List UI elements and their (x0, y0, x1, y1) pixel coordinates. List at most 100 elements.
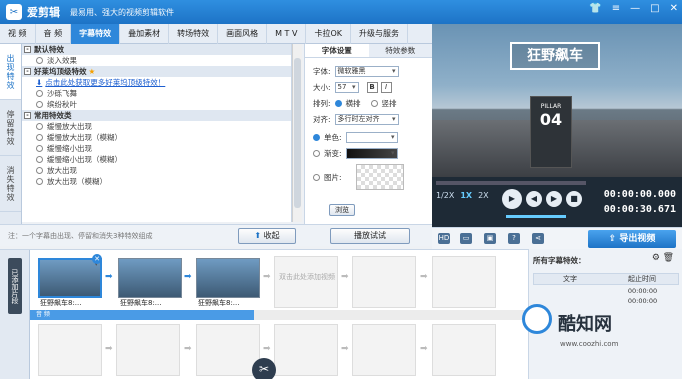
vtab-stay[interactable]: 停留特效 (0, 100, 21, 156)
volume-slider[interactable] (506, 215, 566, 218)
subtitle-row[interactable]: 00:00:00 (533, 297, 679, 306)
clip-name: 狂野飙车8:... (120, 299, 162, 307)
browse-button[interactable]: 浏览 (329, 204, 355, 216)
vertical-label: 竖排 (381, 99, 397, 108)
effect-item[interactable]: 缓慢放大出现 (22, 121, 291, 132)
tab-audio[interactable]: 音 频 (36, 24, 72, 44)
empty-slot[interactable] (196, 324, 260, 376)
watermark-text: 酷知网 (558, 314, 612, 335)
tab-subtitle-effects[interactable]: 字幕特效 (71, 24, 121, 44)
effects-footer: 注：一个字幕由出现、停留和消失3种特效组成 ⬆ 收起 播放试试 (0, 224, 432, 246)
stop-icon[interactable]: ■ (566, 191, 582, 207)
tab-video[interactable]: 视 频 (0, 24, 36, 44)
effect-item[interactable]: 缓慢缩小出现 (22, 143, 291, 154)
share-icon[interactable]: ⋖ (532, 233, 544, 244)
effect-item[interactable]: 放大出现 (22, 165, 291, 176)
progress-bar[interactable] (436, 181, 586, 185)
add-video-slot[interactable]: 双击此处添加视频 (274, 256, 338, 308)
tab-overlay[interactable]: 叠加素材 (120, 24, 170, 44)
vtab-disappear[interactable]: 消失特效 (0, 156, 21, 212)
horizontal-radio[interactable] (334, 100, 342, 107)
minimize-icon[interactable]: — (630, 3, 640, 14)
effect-item[interactable]: 缓慢放大出现（模糊） (22, 132, 291, 143)
play-icon[interactable]: ▶ (502, 189, 522, 209)
gradient-radio[interactable] (313, 150, 320, 157)
subtitle-row[interactable]: 00:00:00 (533, 287, 679, 296)
speed-1x[interactable]: 1X (460, 191, 472, 200)
remove-clip-icon[interactable]: ✕ (92, 254, 102, 264)
close-icon[interactable]: ✕ (670, 3, 678, 14)
solid-color-radio[interactable] (313, 134, 320, 141)
tab-font-settings[interactable]: 字体设置 (305, 44, 369, 57)
settings-panel: 字体设置 特效参数 字体: 微软雅黑 大小: 57 B I 排列: 横排 竖排 … (304, 44, 432, 224)
folder-icon[interactable]: ▭ (460, 233, 472, 244)
get-more-effects-link[interactable]: ⬇ 点击此处获取更多好莱坞顶级特效！ (22, 77, 291, 88)
delete-icon[interactable]: 🗑 (663, 253, 674, 263)
collapse-button[interactable]: ⬆ 收起 (238, 228, 296, 244)
effect-item[interactable]: 沙砾飞舞 (22, 88, 291, 99)
empty-slot[interactable] (432, 324, 496, 376)
video-preview[interactable]: PILLAR 04 狂野飙车 (432, 24, 682, 177)
next-frame-icon[interactable]: ▶ (546, 191, 562, 207)
prev-frame-icon[interactable]: ◀ (526, 191, 542, 207)
empty-slot[interactable] (116, 324, 180, 376)
horizontal-label: 横排 (345, 99, 361, 108)
tab-karaoke[interactable]: 卡拉OK (306, 24, 351, 44)
category-hollywood[interactable]: - 好莱坞顶级特效 ★ (22, 66, 291, 77)
arrow-icon: ➡ (341, 272, 349, 282)
empty-slot[interactable] (352, 324, 416, 376)
gradient-select[interactable] (345, 148, 398, 159)
scroll-thumb[interactable] (294, 58, 301, 208)
effect-item[interactable]: 淡入效果 (22, 55, 291, 66)
settings-icon[interactable]: ⚙ (652, 253, 660, 263)
clip-thumbnail[interactable] (118, 258, 182, 298)
maximize-icon[interactable]: □ (650, 3, 659, 14)
category-common[interactable]: - 常用特效类 (22, 110, 291, 121)
collapse-icon[interactable]: - (24, 68, 31, 75)
collapse-icon[interactable]: - (24, 46, 31, 53)
subtitle-list-title: 所有字幕特效： (533, 256, 586, 265)
tab-styles[interactable]: 画面风格 (218, 24, 268, 44)
help-icon[interactable]: ? (508, 233, 520, 244)
effect-item[interactable]: 缓慢缩小出现（模糊） (22, 154, 291, 165)
size-select[interactable]: 57 (334, 82, 359, 93)
scissors-icon[interactable]: ✂ (252, 358, 276, 379)
speed-half[interactable]: 1/2X (436, 191, 454, 200)
app-slogan: 最易用、强大的视频剪辑软件 (70, 7, 174, 17)
vertical-radio[interactable] (370, 100, 378, 107)
collapse-icon[interactable]: - (24, 112, 31, 119)
vtab-appear[interactable]: 出现特效 (0, 44, 21, 100)
radio-icon (36, 101, 43, 108)
bold-button[interactable]: B (366, 82, 378, 93)
font-select[interactable]: 微软雅黑 (334, 66, 399, 77)
effect-item[interactable]: 放大出现（模糊） (22, 176, 291, 187)
empty-slot[interactable] (432, 256, 496, 308)
align-select[interactable]: 多行时左对齐 (334, 114, 399, 125)
category-default[interactable]: - 默认特效 (22, 44, 291, 55)
arrow-icon: ➡ (105, 272, 113, 282)
image-radio[interactable] (313, 173, 320, 181)
effects-scrollbar[interactable] (292, 44, 302, 222)
solid-color-select[interactable] (345, 132, 398, 143)
menu-icon[interactable]: ≡ (612, 3, 620, 14)
added-clips-side: 已添加片段 (0, 250, 30, 379)
export-video-button[interactable]: ⇪ 导出视频 (588, 230, 676, 248)
skin-icon[interactable]: 👕 (589, 3, 601, 14)
effect-item[interactable]: 缤纷秋叶 (22, 99, 291, 110)
empty-slot[interactable] (352, 256, 416, 308)
tab-mtv[interactable]: M T V (267, 24, 307, 44)
empty-slot[interactable] (38, 324, 102, 376)
speed-2x[interactable]: 2X (478, 191, 489, 200)
hd-icon[interactable]: HD (438, 233, 450, 244)
tab-effect-params[interactable]: 特效参数 (368, 44, 432, 57)
preview-play-button[interactable]: 播放试试 (330, 228, 410, 244)
empty-slot[interactable] (274, 324, 338, 376)
radio-icon (36, 145, 43, 152)
audio-track[interactable]: 音 频 (30, 310, 528, 320)
clip-thumbnail[interactable] (38, 258, 102, 298)
tab-upgrade[interactable]: 升级与服务 (351, 24, 408, 44)
clip-thumbnail[interactable] (196, 258, 260, 298)
tab-transitions[interactable]: 转场特效 (169, 24, 219, 44)
italic-button[interactable]: I (380, 82, 392, 93)
save-icon[interactable]: ▣ (484, 233, 496, 244)
